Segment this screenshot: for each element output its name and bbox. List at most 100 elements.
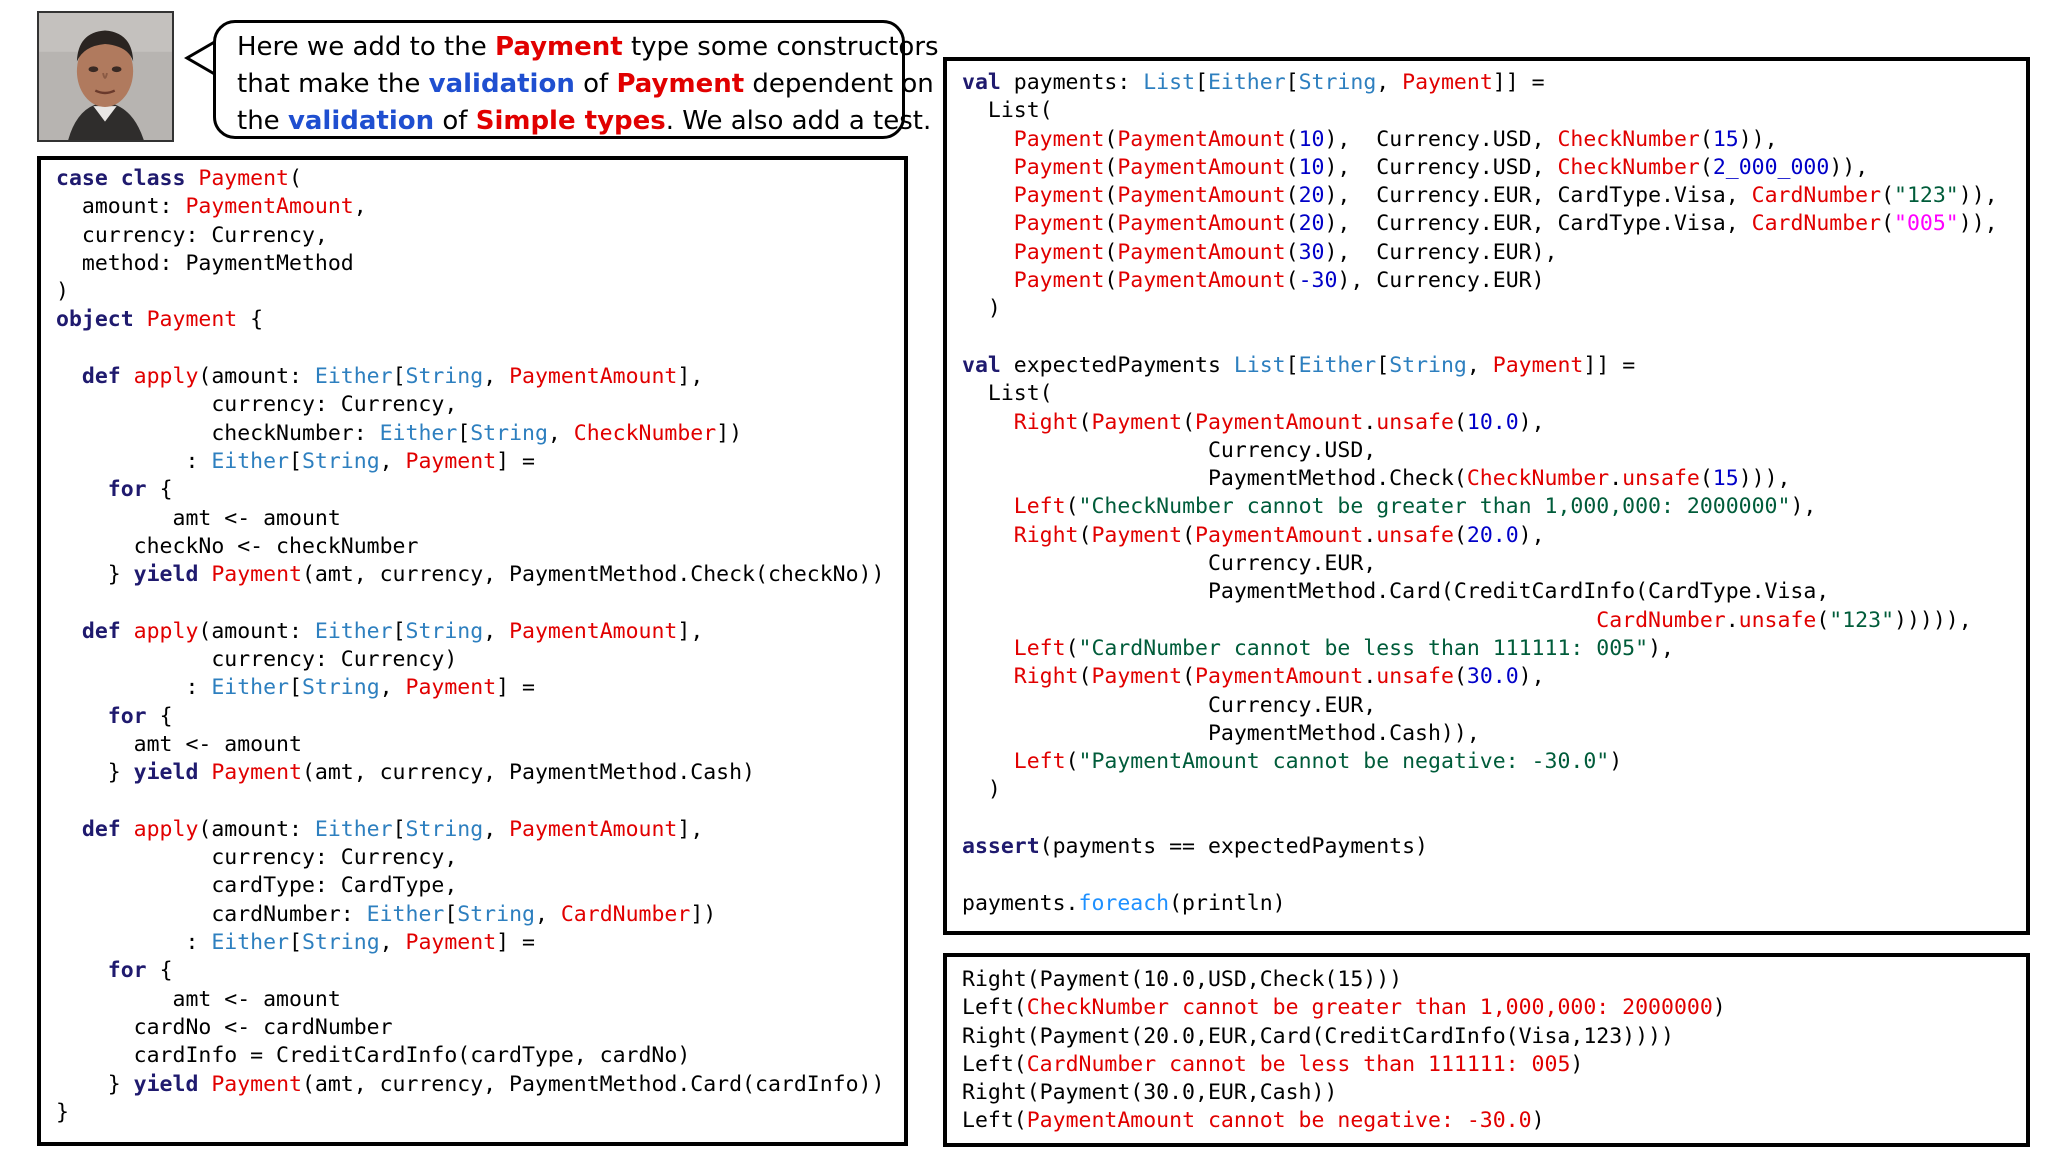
code-token: assert — [962, 834, 1040, 860]
code-line: Right(Payment(PaymentAmount.unsafe(10.0)… — [962, 409, 2026, 437]
code-token: : — [56, 675, 212, 701]
code-line: Payment(PaymentAmount(20), Currency.EUR,… — [962, 182, 2026, 210]
code-line: ​ — [962, 861, 2026, 889]
code-token: Either — [1298, 352, 1377, 378]
code-token: ( — [1881, 183, 1895, 209]
code-token: (amount: — [198, 618, 315, 644]
bubble-text-segment: . We also add a test. — [665, 106, 932, 136]
code-token: ), — [1518, 409, 1545, 435]
code-token: 30 — [1298, 239, 1325, 265]
bubble-text-segment: of — [434, 106, 476, 136]
code-token: Either — [366, 901, 445, 927]
code-token: ), Currency.EUR, CardType.Visa, — [1324, 211, 1752, 237]
code-token: Payment — [1091, 664, 1183, 690]
bubble-line-1: Here we add to the Payment type some con… — [237, 29, 939, 66]
code-token: PaymentAmount — [1195, 409, 1364, 435]
code-token: currency: Currency, — [56, 392, 458, 418]
code-token: ( — [1699, 466, 1713, 492]
code-token: String — [301, 675, 380, 701]
code-token: [ — [289, 448, 302, 474]
code-token: , — [379, 675, 406, 701]
code-token: PaymentAmount — [1195, 664, 1364, 690]
code-line: ) — [962, 776, 2026, 804]
code-token: ( — [1453, 522, 1467, 548]
code-token: ), — [1518, 522, 1545, 548]
code-line: List( — [962, 380, 2026, 408]
code-token: Right — [1013, 664, 1079, 690]
code-token: ( — [1078, 664, 1092, 690]
bubble-text-segment: validation — [287, 106, 435, 136]
code-token: checkNo <- checkNumber — [56, 533, 419, 559]
code-token: ( — [1881, 211, 1895, 237]
code-token: Left( — [962, 1108, 1027, 1134]
code-token: ( — [1182, 522, 1196, 548]
code-token: ]) — [716, 420, 743, 446]
code-token: Payment — [405, 930, 497, 956]
code-token: apply — [133, 816, 199, 842]
code-token: ] = — [496, 930, 535, 956]
code-line: PaymentMethod.Check(CheckNumber.unsafe(1… — [962, 465, 2026, 493]
code-token: ( — [1285, 239, 1299, 265]
code-token: ) — [56, 279, 69, 305]
code-token: Either — [314, 618, 393, 644]
code-token: ( — [1104, 239, 1118, 265]
code-token: PaymentAmount — [1117, 126, 1286, 152]
code-token: } — [56, 1071, 134, 1097]
code-token: (amount: — [198, 364, 315, 390]
code-line: } yield Payment(amt, currency, PaymentMe… — [56, 759, 904, 787]
code-token: Right(Payment(10.0,USD,Check(15))) — [962, 967, 1403, 992]
code-token: CheckNumber — [1557, 154, 1700, 180]
code-token: ( — [1065, 635, 1079, 661]
code-token: Payment — [1091, 522, 1183, 548]
code-token: (payments == expectedPayments) — [1039, 834, 1428, 860]
code-token: ) — [1609, 749, 1623, 775]
code-line: Payment(PaymentAmount(-30), Currency.EUR… — [962, 267, 2026, 295]
code-line: checkNumber: Either[String, CheckNumber]… — [56, 420, 904, 448]
code-token: Payment — [1013, 126, 1105, 152]
code-token: PaymentAmount — [1117, 239, 1286, 265]
code-token: ( — [1453, 664, 1467, 690]
code-token: PaymentAmount — [509, 364, 678, 390]
code-line: amt <- amount — [56, 505, 904, 533]
code-token: { — [146, 703, 173, 729]
code-token: PaymentMethod.Card(CreditCardInfo(CardTy… — [962, 579, 1830, 605]
code-line: amt <- amount — [56, 986, 904, 1014]
code-token: [ — [392, 364, 406, 390]
code-line: val expectedPayments List[Either[String,… — [962, 352, 2026, 380]
code-token: for — [107, 958, 147, 984]
code-token: , — [483, 816, 510, 842]
bubble-text-segment: Payment — [494, 32, 623, 62]
code-line: for { — [56, 957, 904, 985]
code-line: object Payment { — [56, 306, 904, 334]
code-token: 10 — [1298, 126, 1325, 152]
code-token: String — [457, 901, 535, 927]
code-line: Right(Payment(10.0,USD,Check(15))) — [962, 966, 2026, 994]
code-token: (amt, currency, PaymentMethod.Card(cardI… — [301, 1071, 885, 1097]
code-token: CardNumber — [1596, 607, 1726, 633]
code-token: Either — [211, 675, 290, 701]
code-token: , — [379, 448, 406, 474]
code-line: : Either[String, Payment] = — [56, 929, 904, 957]
code-line: CardNumber.unsafe("123"))))), — [962, 607, 2026, 635]
code-token: ), Currency.USD, — [1324, 126, 1558, 152]
code-token: CardNumber — [1751, 211, 1882, 237]
code-token: payments. — [962, 890, 1079, 916]
code-token: PaymentMethod.Cash)), — [962, 720, 1480, 746]
code-token: 20.0 — [1466, 522, 1519, 548]
code-token: ( — [1104, 268, 1118, 294]
code-line: amount: PaymentAmount, — [56, 193, 904, 221]
code-token: PaymentAmount cannot be negative: -30.0 — [1026, 1108, 1532, 1134]
code-token: Left — [1013, 494, 1066, 520]
code-line: PaymentMethod.Cash)), — [962, 720, 2026, 748]
code-token: String — [405, 618, 484, 644]
code-token: PaymentAmount — [1117, 154, 1286, 180]
code-token: ], — [677, 364, 704, 390]
code-token: def — [81, 816, 134, 842]
code-token: ( — [1104, 154, 1118, 180]
code-token: ), Currency.USD, — [1324, 154, 1558, 180]
code-token: "PaymentAmount cannot be negative: -30.0… — [1078, 749, 1610, 775]
